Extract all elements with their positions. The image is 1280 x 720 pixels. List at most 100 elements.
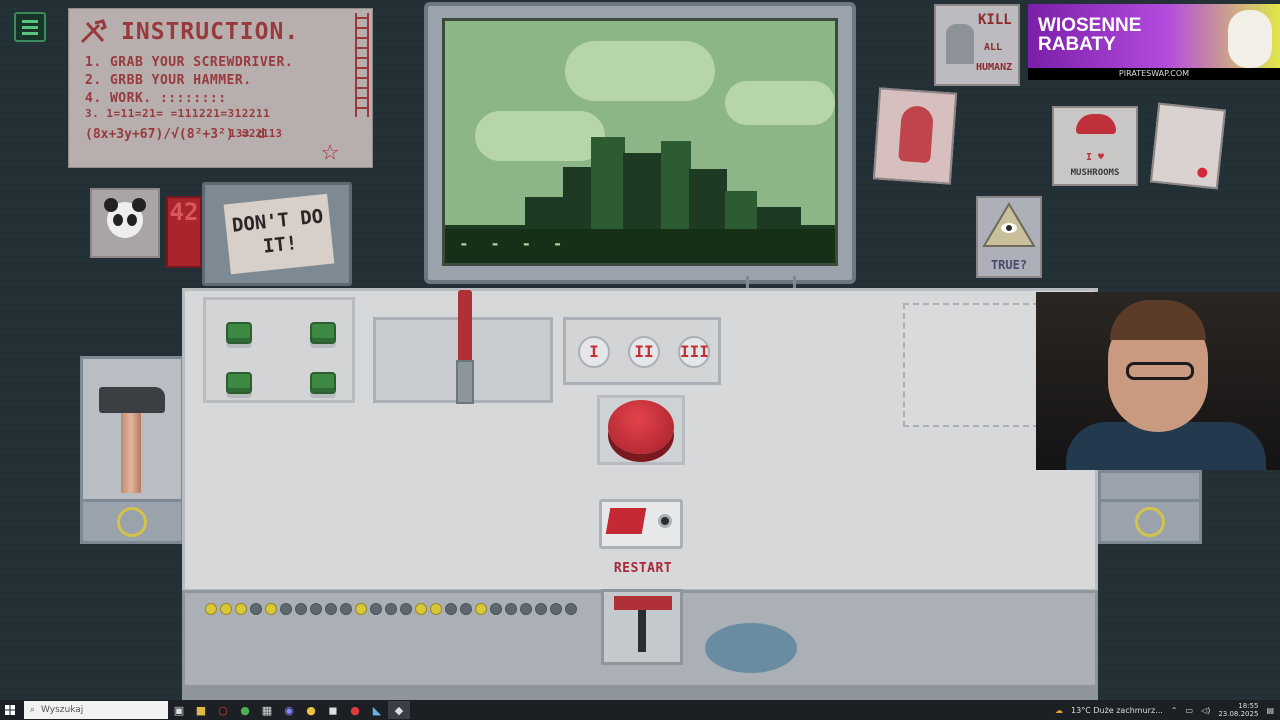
hammer-icon [99, 387, 165, 413]
green-button[interactable] [310, 322, 336, 344]
glasses-icon [1126, 362, 1194, 380]
toggle-switch[interactable] [599, 499, 683, 549]
start-button[interactable] [0, 700, 20, 720]
capcut-icon[interactable]: ◼ [322, 701, 344, 719]
seal-icon [1196, 167, 1208, 179]
instruction-line: 2. GRBB YOUR HAMMER. [85, 73, 252, 88]
game-icon[interactable]: ◆ [388, 701, 410, 719]
mushroom-sticker[interactable]: I ♥ MUSHROOMS [1052, 106, 1138, 186]
steam-icon[interactable]: ◣ [366, 701, 388, 719]
building [563, 167, 593, 237]
paper-sticker[interactable] [1150, 102, 1226, 190]
big-red-button[interactable] [608, 400, 674, 454]
building [661, 141, 691, 237]
green-button[interactable] [226, 322, 252, 344]
person-hair [1110, 300, 1206, 340]
indicator-light [340, 603, 352, 615]
button-iii[interactable]: III [678, 336, 710, 368]
game-monitor: - - - - [424, 2, 856, 284]
windows-icon [5, 705, 15, 715]
cloud [725, 81, 835, 125]
obs-icon[interactable]: ◉ [278, 701, 300, 719]
hammer-logo-slot [83, 499, 181, 541]
pyramid-eye-icon [982, 202, 1036, 247]
eye-text: TRUE? [990, 258, 1028, 272]
opera-icon[interactable]: ○ [212, 701, 234, 719]
taskbar-search[interactable]: ⌕ Wyszukaj [24, 701, 168, 719]
taskbar: ⌕ Wyszukaj ▣ ■ ○ ● ▦ ◉ ● ◼ ● ◣ ◆ ☁ 13°C … [0, 700, 1280, 720]
weather-text[interactable]: 13°C Duże zachmurz... [1071, 706, 1163, 715]
volume-icon[interactable]: ◁) [1201, 706, 1210, 715]
building [689, 169, 727, 237]
indicator-light [295, 603, 307, 615]
indicator-light [445, 603, 457, 615]
instruction-note: INSTRUCTION. 1. GRAB YOUR SCREWDRIVER. 2… [68, 8, 373, 168]
button-ii[interactable]: II [628, 336, 660, 368]
building [591, 137, 625, 237]
kill-text: KILL [978, 12, 1012, 28]
chevron-up-icon[interactable]: ⌃ [1171, 706, 1178, 715]
screwdriver-logo-slot [1101, 499, 1199, 541]
building [623, 153, 663, 237]
toggle-indicator [658, 514, 672, 528]
cloud [475, 111, 605, 161]
slider-knob[interactable] [456, 360, 474, 404]
search-icon: ⌕ [30, 705, 36, 715]
indicator-light [355, 603, 367, 615]
instruction-title: INSTRUCTION. [121, 19, 300, 45]
monitor-screen: - - - - [442, 18, 838, 266]
indicator-light [265, 603, 277, 615]
indicator-lights [205, 603, 577, 615]
green-button-panel [203, 297, 355, 403]
mushroom-icon [1076, 114, 1116, 134]
dont-do-it-panel[interactable]: DON'T DO IT! [202, 182, 352, 286]
mushroom-text: MUSHROOMS [1070, 168, 1120, 178]
ad-footer: PIRATESWAP.COM [1028, 68, 1280, 80]
indicator-light [535, 603, 547, 615]
kill-all-humanz-sticker[interactable]: KILL ALL HUMANZ [934, 4, 1020, 86]
ad-banner[interactable]: WIOSENNE RABATY PIRATESWAP.COM [1028, 4, 1280, 80]
indicator-light [475, 603, 487, 615]
ad-title: WIOSENNE RABATY [1038, 16, 1141, 54]
kill-text: HUMANZ [976, 62, 1013, 73]
smiley-icon [117, 507, 147, 537]
buddha-icon [898, 105, 935, 164]
panda-icon [104, 198, 146, 238]
notifications-icon[interactable]: ▤ [1266, 706, 1274, 715]
browser-icon[interactable]: ● [344, 701, 366, 719]
chrome-icon[interactable]: ● [234, 701, 256, 719]
dont-do-it-note: DON'T DO IT! [223, 193, 335, 275]
illuminati-sticker[interactable]: TRUE? [976, 196, 1042, 278]
panda-sticker[interactable] [90, 188, 160, 258]
green-button[interactable] [226, 372, 252, 394]
system-tray: ☁ 13°C Duże zachmurz... ⌃ ▭ ◁) 18:55 23.… [1055, 702, 1280, 718]
slider-panel [373, 290, 553, 404]
screwdriver-box[interactable] [1098, 470, 1202, 544]
red-number-sticker[interactable]: 42 [166, 196, 202, 268]
wrench-icon [80, 19, 107, 44]
restart-lever-box[interactable] [601, 589, 683, 665]
kill-text: ALL [984, 42, 1003, 53]
buddha-sticker[interactable] [872, 87, 958, 185]
chrome-icon[interactable]: ● [300, 701, 322, 719]
mascot-icon [1228, 10, 1272, 68]
menu-icon[interactable] [14, 12, 46, 42]
clock[interactable]: 18:55 23.08.2025 [1218, 702, 1258, 718]
indicator-light [460, 603, 472, 615]
green-button[interactable] [310, 372, 336, 394]
hammer-handle [121, 409, 141, 493]
indicator-light [505, 603, 517, 615]
lever-handle [614, 596, 672, 610]
roman-button-panel: I II III [563, 317, 721, 385]
restart-label: RESTART [613, 561, 673, 576]
smiley-icon [1135, 507, 1165, 537]
folder-icon[interactable]: ■ [190, 701, 212, 719]
instruction-line: 1. GRAB YOUR SCREWDRIVER. [85, 55, 294, 70]
clock-time: 18:55 [1238, 702, 1259, 710]
button-i[interactable]: I [578, 336, 610, 368]
hammer-box[interactable] [80, 356, 184, 544]
network-icon[interactable]: ▭ [1186, 706, 1194, 715]
task-view-icon[interactable]: ▣ [168, 701, 190, 719]
indicator-light [325, 603, 337, 615]
calendar-icon[interactable]: ▦ [256, 701, 278, 719]
